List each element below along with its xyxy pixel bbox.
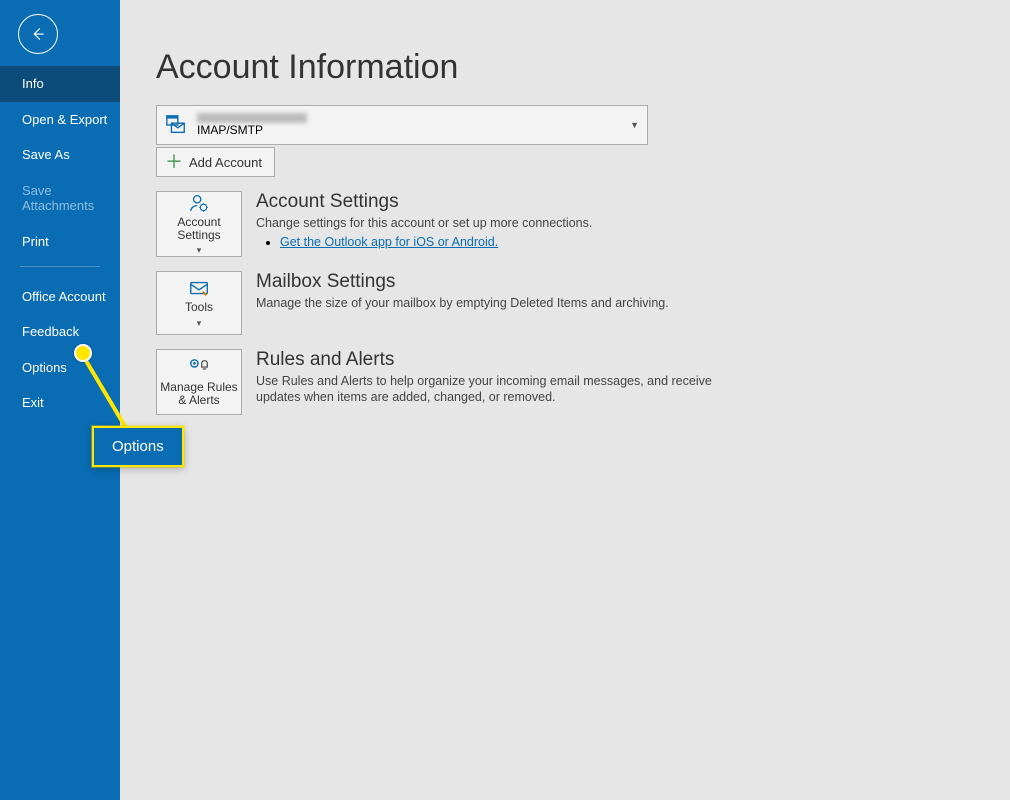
section-desc: Use Rules and Alerts to help organize yo… xyxy=(256,373,726,406)
account-info: IMAP/SMTP xyxy=(197,113,307,137)
sidebar-label: Office Account xyxy=(22,289,106,304)
sidebar-label: Feedback xyxy=(22,324,79,339)
section-desc: Change settings for this account or set … xyxy=(256,215,592,231)
sidebar-label: Exit xyxy=(22,395,44,410)
account-type: IMAP/SMTP xyxy=(197,123,307,137)
tools-tile[interactable]: Tools ▾ xyxy=(156,271,242,335)
sidebar-item-feedback[interactable]: Feedback xyxy=(0,314,120,350)
section-account-settings: Account Settings ▾ Account Settings Chan… xyxy=(156,191,1010,257)
main-content: Account Information IMAP/SMTP ▼ ＋ Add Ac… xyxy=(120,0,1010,800)
account-settings-tile[interactable]: Account Settings ▾ xyxy=(156,191,242,257)
user-gear-icon xyxy=(188,192,210,214)
add-account-button[interactable]: ＋ Add Account xyxy=(156,147,275,177)
button-label: Add Account xyxy=(189,155,262,170)
tile-label: Tools xyxy=(185,301,213,314)
sidebar-item-office-account[interactable]: Office Account xyxy=(0,279,120,315)
rules-alerts-icon xyxy=(188,357,210,379)
sidebar-label: Save Attachments xyxy=(22,183,94,214)
sidebar-item-save-as[interactable]: Save As xyxy=(0,137,120,173)
sidebar-label: Info xyxy=(22,76,44,91)
section-rules-alerts: Manage Rules & Alerts Rules and Alerts U… xyxy=(156,349,1010,415)
sidebar-item-print[interactable]: Print xyxy=(0,224,120,260)
outlook-app-link[interactable]: Get the Outlook app for iOS or Android. xyxy=(280,235,498,249)
section-desc: Manage the size of your mailbox by empty… xyxy=(256,295,669,311)
chevron-down-icon: ▼ xyxy=(630,120,639,130)
sidebar-separator xyxy=(20,266,100,267)
section-heading: Rules and Alerts xyxy=(256,349,726,371)
page-title: Account Information xyxy=(156,48,1010,87)
section-text: Mailbox Settings Manage the size of your… xyxy=(256,271,669,335)
section-heading: Mailbox Settings xyxy=(256,271,669,293)
section-heading: Account Settings xyxy=(256,191,592,213)
chevron-down-icon: ▾ xyxy=(197,246,202,256)
callout-label: Options xyxy=(112,438,164,455)
sidebar-label: Open & Export xyxy=(22,112,107,127)
sidebar-label: Save As xyxy=(22,147,70,162)
back-button[interactable] xyxy=(18,14,58,54)
callout-box: Options xyxy=(92,426,184,467)
section-text: Account Settings Change settings for thi… xyxy=(256,191,592,257)
sidebar-item-open-export[interactable]: Open & Export xyxy=(0,102,120,138)
back-arrow-icon xyxy=(29,25,47,43)
plus-icon: ＋ xyxy=(165,153,183,171)
sidebar-label: Options xyxy=(22,360,67,375)
tile-label: Account Settings xyxy=(157,216,241,242)
sidebar-label: Print xyxy=(22,234,49,249)
sidebar-item-info[interactable]: Info xyxy=(0,66,120,102)
chevron-down-icon: ▾ xyxy=(197,319,202,329)
sidebar-item-save-attachments: Save Attachments xyxy=(0,173,120,224)
mailbox-tools-icon xyxy=(188,277,210,299)
calendar-mail-icon xyxy=(165,114,187,136)
account-dropdown[interactable]: IMAP/SMTP ▼ xyxy=(156,105,648,145)
account-email-redacted xyxy=(197,113,307,123)
callout-dot xyxy=(74,344,92,362)
section-text: Rules and Alerts Use Rules and Alerts to… xyxy=(256,349,726,415)
section-mailbox-settings: Tools ▾ Mailbox Settings Manage the size… xyxy=(156,271,1010,335)
